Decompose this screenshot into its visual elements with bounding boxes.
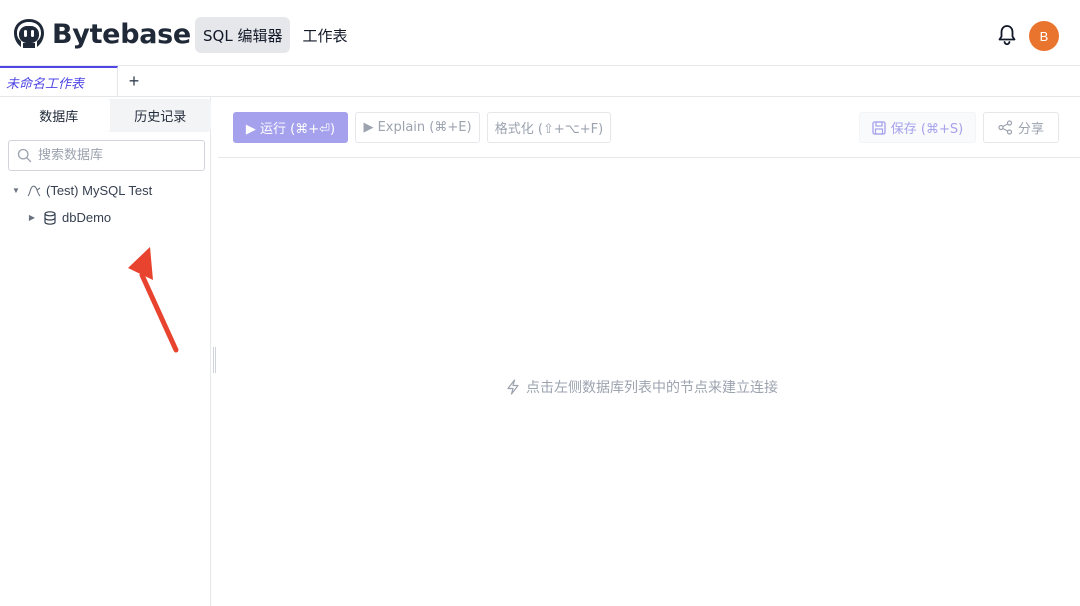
app-window: Bytebase SQL 编辑器 工作表 B 未命名工作表 + 数据库 历史记录 xyxy=(0,0,1080,606)
nav-sql-editor[interactable]: SQL 编辑器 xyxy=(195,17,291,53)
share-icon xyxy=(998,120,1013,135)
run-button[interactable]: ▶ 运行 (⌘+⏎) xyxy=(233,112,348,143)
bytebase-logo-icon xyxy=(14,19,44,48)
main-nav: SQL 编辑器 工作表 xyxy=(195,17,355,53)
tree-node-database[interactable]: ▶ dbDemo xyxy=(0,204,211,231)
format-button[interactable]: 格式化 (⇧+⌥+F) xyxy=(487,112,611,143)
editor-area: ▶ 运行 (⌘+⏎) ▶ Explain (⌘+E) 格式化 (⇧+⌥+F) 保… xyxy=(218,97,1080,606)
connect-hint-text: 点击左侧数据库列表中的节点来建立连接 xyxy=(526,380,778,396)
tree-node-instance[interactable]: ▼ (Test) MySQL Test xyxy=(0,177,211,204)
share-button[interactable]: 分享 xyxy=(983,112,1059,143)
tab-databases[interactable]: 数据库 xyxy=(8,99,110,132)
panel-resize-handle[interactable] xyxy=(213,347,216,373)
sheet-tab-untitled[interactable]: 未命名工作表 xyxy=(0,66,118,97)
caret-right-icon[interactable]: ▶ xyxy=(26,213,38,222)
sheet-tab-strip: 未命名工作表 + xyxy=(0,66,1080,97)
save-button[interactable]: 保存 (⌘+S) xyxy=(859,112,976,143)
add-tab-button[interactable]: + xyxy=(124,70,144,92)
sidebar-tabs: 数据库 历史记录 xyxy=(8,99,211,132)
editor-toolbar: ▶ 运行 (⌘+⏎) ▶ Explain (⌘+E) 格式化 (⇧+⌥+F) 保… xyxy=(218,97,1080,158)
top-header: Bytebase SQL 编辑器 工作表 B xyxy=(0,0,1080,66)
save-icon xyxy=(872,120,886,135)
annotation-arrow-icon xyxy=(128,247,179,353)
save-label: 保存 (⌘+S) xyxy=(890,122,964,137)
instance-icon xyxy=(27,185,41,196)
brand-name: Bytebase xyxy=(52,18,191,50)
caret-down-icon[interactable]: ▼ xyxy=(10,186,22,195)
user-avatar[interactable]: B xyxy=(1029,21,1059,51)
search-input[interactable] xyxy=(38,148,188,163)
explain-button[interactable]: ▶ Explain (⌘+E) xyxy=(355,112,480,143)
lightning-icon xyxy=(507,379,519,395)
tree-node-label: (Test) MySQL Test xyxy=(46,183,153,198)
search-icon xyxy=(17,148,32,163)
nav-worksheets[interactable]: 工作表 xyxy=(294,17,355,53)
database-icon xyxy=(44,210,56,225)
connect-hint: 点击左侧数据库列表中的节点来建立连接 xyxy=(506,377,778,397)
database-tree: ▼ (Test) MySQL Test ▶ dbDemo xyxy=(0,177,211,231)
bell-icon[interactable] xyxy=(997,24,1017,46)
database-search xyxy=(8,140,205,171)
share-label: 分享 xyxy=(1017,122,1044,137)
tab-history[interactable]: 历史记录 xyxy=(110,99,212,132)
bytebase-logo[interactable]: Bytebase xyxy=(12,17,191,51)
tree-node-label: dbDemo xyxy=(62,210,112,225)
